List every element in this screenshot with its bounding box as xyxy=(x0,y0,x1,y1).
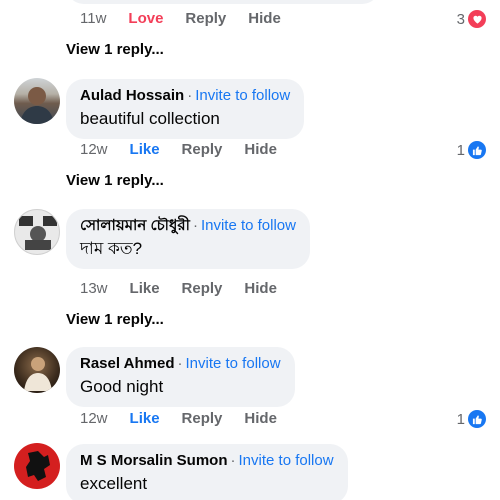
reaction-count: 1 xyxy=(456,141,465,159)
reaction-summary[interactable]: 3 xyxy=(457,10,486,28)
reply-button[interactable]: Reply xyxy=(182,410,223,427)
separator-dot: · xyxy=(192,217,198,234)
comment-bubble: M S Morsalin Sumon · Invite to follow exce… xyxy=(66,444,348,500)
comment-bubble: Aulad Hossain · Invite to follow beautiful… xyxy=(66,79,305,139)
comment-text: দাম কত? xyxy=(80,239,143,258)
comment-timestamp[interactable]: 12w xyxy=(80,410,108,427)
comment-header: সোলায়মান চৌধুরী · Invite to follow xyxy=(80,217,296,235)
reply-button[interactable]: Reply xyxy=(182,141,223,158)
hide-button[interactable]: Hide xyxy=(244,280,277,297)
like-button[interactable]: Like xyxy=(130,141,160,158)
comment-timestamp[interactable]: 12w xyxy=(80,141,108,158)
comment-bubble: সোলায়মান চৌধুরী · Invite to follow দাম কত… xyxy=(66,209,310,269)
comment-actions: 13w Like Reply Hide xyxy=(80,280,299,297)
reply-button[interactable]: Reply xyxy=(185,10,226,27)
comment-header: Rasel Ahmed · Invite to follow xyxy=(80,355,281,373)
comment-actions: 11w Love Reply Hide xyxy=(80,10,303,27)
hide-button[interactable]: Hide xyxy=(244,410,277,427)
author-name[interactable]: Aulad Hossain xyxy=(80,87,184,104)
reply-button[interactable]: Reply xyxy=(182,280,223,297)
love-button[interactable]: Love xyxy=(128,10,163,27)
author-name[interactable]: সোলায়মান চৌধুরী xyxy=(80,217,190,234)
comment-header: Aulad Hossain · Invite to follow xyxy=(80,87,290,105)
thumbs-up-icon xyxy=(468,141,486,159)
hide-button[interactable]: Hide xyxy=(244,141,277,158)
reaction-count: 1 xyxy=(456,410,465,428)
thumbs-up-icon xyxy=(468,410,486,428)
comment-header: M S Morsalin Sumon · Invite to follow xyxy=(80,452,334,470)
author-name[interactable]: M S Morsalin Sumon xyxy=(80,452,228,469)
like-button[interactable]: Like xyxy=(130,280,160,297)
avatar[interactable] xyxy=(14,78,60,124)
avatar[interactable] xyxy=(14,443,60,489)
comment-actions: 12w Like Reply Hide xyxy=(80,410,299,427)
reaction-summary[interactable]: 1 xyxy=(457,410,486,428)
view-replies-link[interactable]: View 1 reply... xyxy=(66,311,164,328)
heart-icon xyxy=(468,10,486,28)
reaction-summary[interactable]: 1 xyxy=(457,141,486,159)
invite-to-follow-link[interactable]: Invite to follow xyxy=(239,452,334,469)
comment-bubble: Rasel Ahmed · Invite to follow Good night xyxy=(66,347,295,407)
author-name[interactable]: Rasel Ahmed xyxy=(80,355,174,372)
comment-text: beautiful collection xyxy=(80,109,220,128)
reaction-count: 3 xyxy=(456,10,465,28)
comment-actions: 12w Like Reply Hide xyxy=(80,141,299,158)
like-button[interactable]: Like xyxy=(130,410,160,427)
comment-text: Good night xyxy=(80,377,164,396)
invite-to-follow-link[interactable]: Invite to follow xyxy=(185,355,280,372)
avatar[interactable] xyxy=(14,209,60,255)
comment-bubble xyxy=(66,0,380,4)
comment-timestamp[interactable]: 11w xyxy=(80,10,106,27)
hide-button[interactable]: Hide xyxy=(248,10,281,27)
separator-dot: · xyxy=(177,355,183,372)
comment-text: excellent xyxy=(80,474,148,493)
avatar[interactable] xyxy=(14,347,60,393)
comment-timestamp[interactable]: 13w xyxy=(80,280,108,297)
separator-dot: · xyxy=(230,452,236,469)
invite-to-follow-link[interactable]: Invite to follow xyxy=(195,87,290,104)
invite-to-follow-link[interactable]: Invite to follow xyxy=(201,217,296,234)
separator-dot: · xyxy=(187,87,193,104)
view-replies-link[interactable]: View 1 reply... xyxy=(66,41,164,58)
view-replies-link[interactable]: View 1 reply... xyxy=(66,172,164,189)
